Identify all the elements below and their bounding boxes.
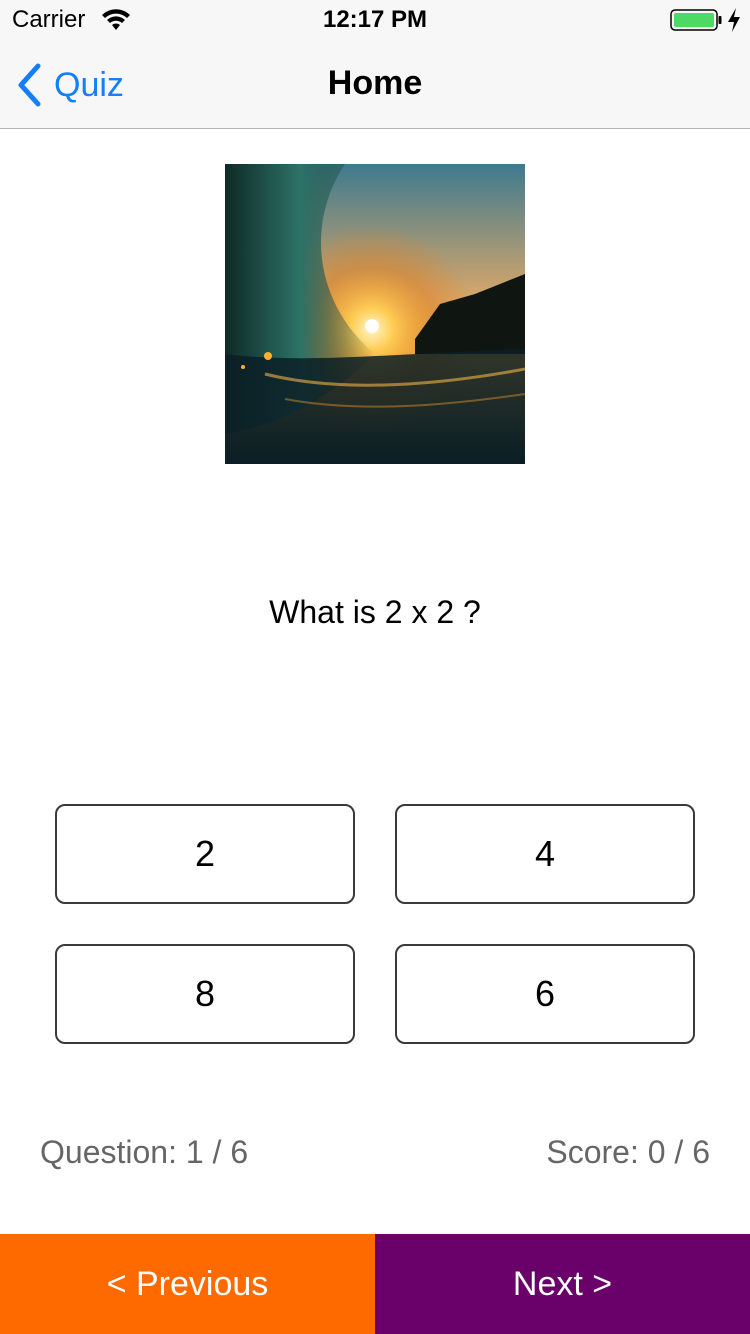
answer-button-4[interactable]: 6 [395,944,695,1044]
answer-button-2[interactable]: 4 [395,804,695,904]
previous-button[interactable]: < Previous [0,1234,375,1334]
question-text: What is 2 x 2 ? [269,594,481,630]
page-title: Home [327,64,423,102]
answer-button-1[interactable]: 2 [55,804,355,904]
navigation-bar: Quiz Home [0,40,750,129]
next-button[interactable]: Next > [375,1234,750,1334]
ocean-wave-sunset-photo [225,164,525,464]
charging-bolt-icon [728,8,740,32]
quiz-screen: Carrier 12:17 PM Quiz Home What is 2 x 2… [0,0,750,1334]
status-bar: Carrier 12:17 PM [0,0,750,40]
answer-button-3[interactable]: 8 [55,944,355,1044]
question-progress: Question: 1 / 6 [40,1134,249,1170]
battery-icon [670,9,722,31]
score-label: Score: 0 / 6 [546,1134,710,1170]
clock: 12:17 PM [322,6,428,33]
